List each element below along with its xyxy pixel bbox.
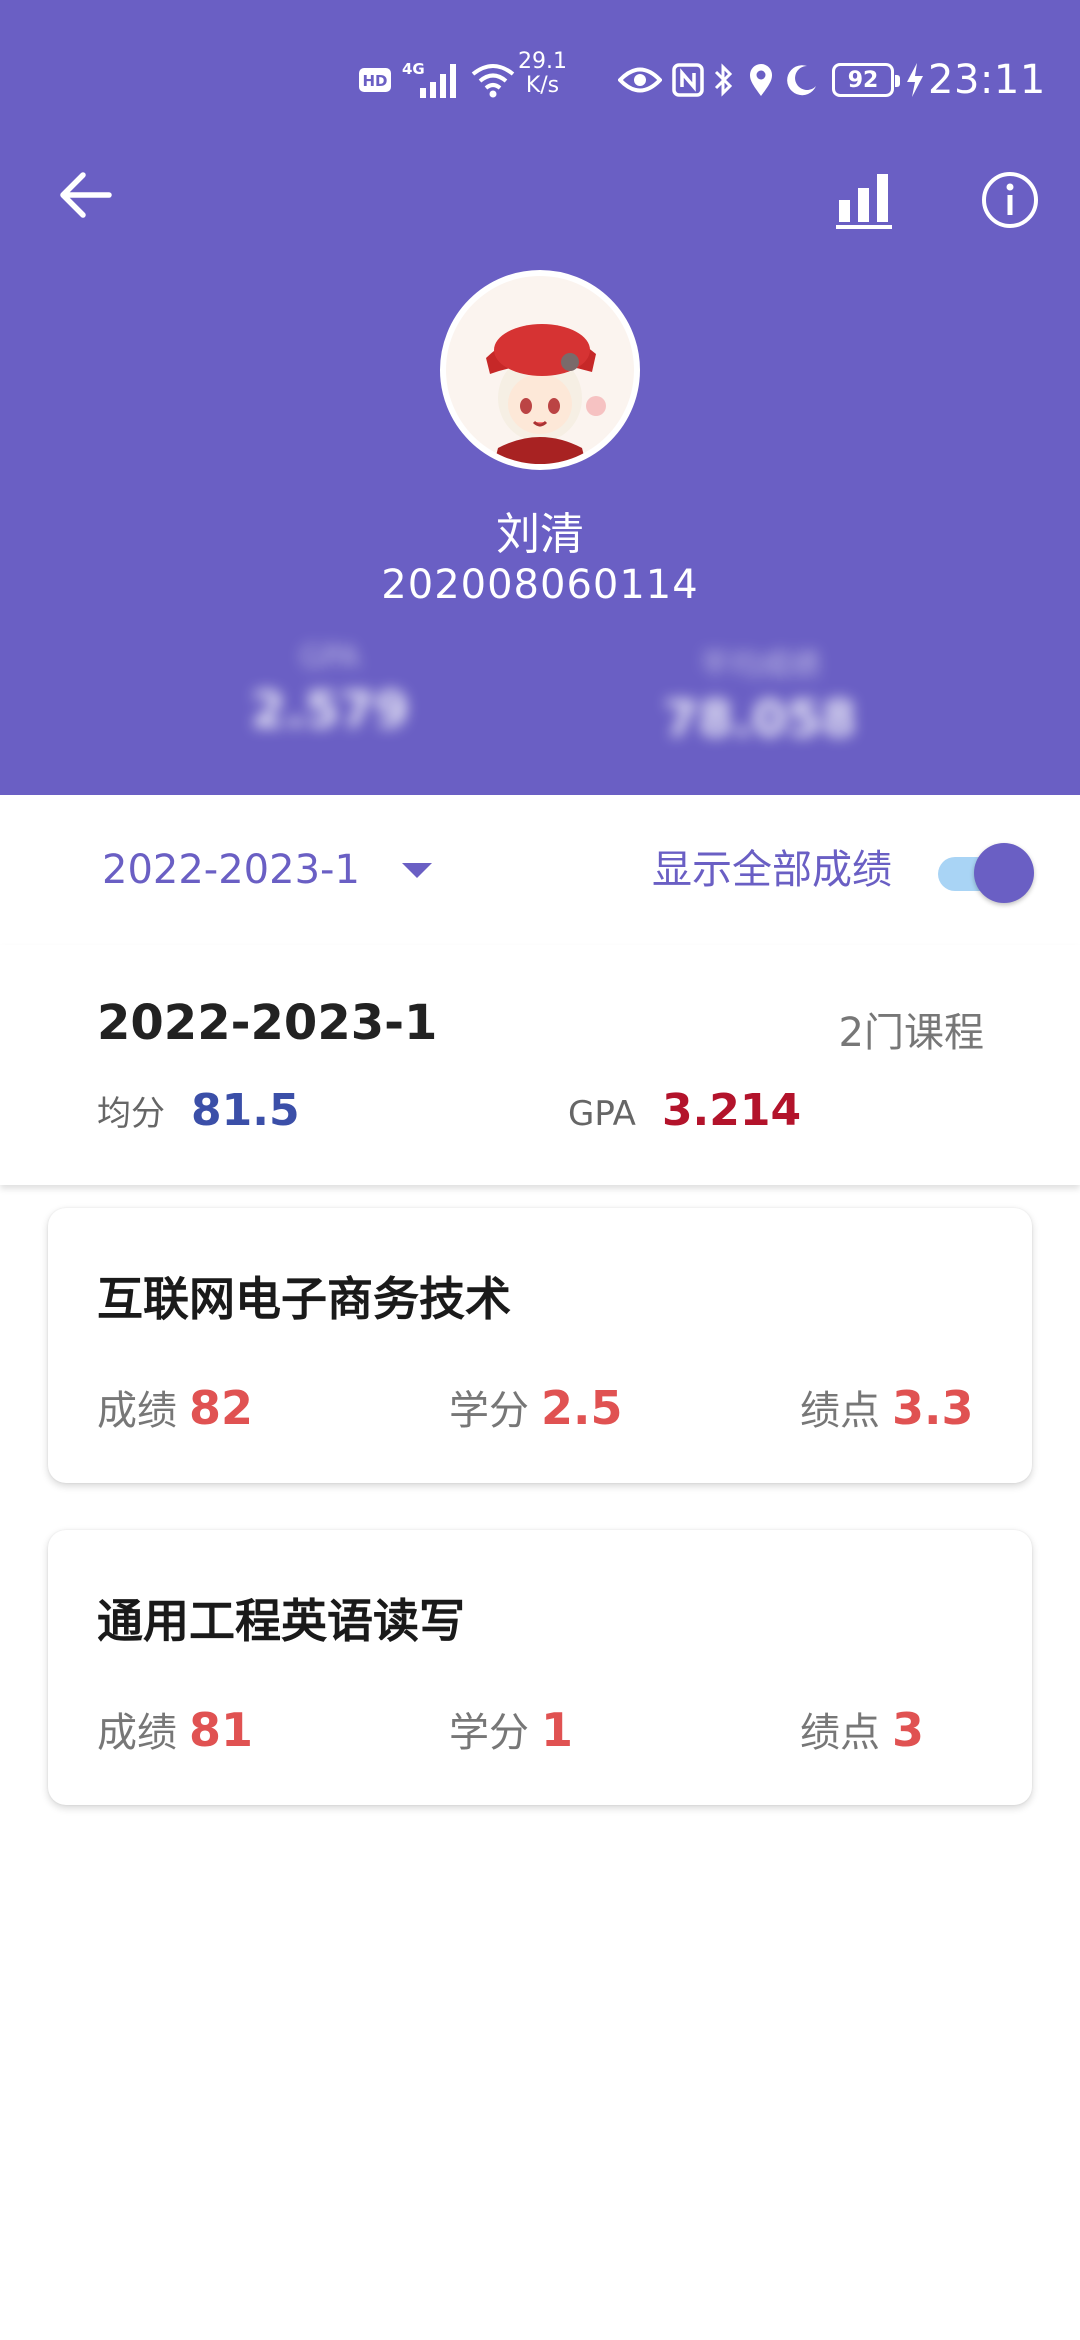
overall-average-label: 平均成绩 — [700, 648, 820, 683]
back-button[interactable] — [50, 160, 120, 230]
overall-gpa-value: 2.579 — [250, 681, 410, 739]
course-card[interactable]: 互联网电子商务技术 成绩 82 学分 2.5 绩点 3.3 — [48, 1208, 1032, 1483]
statistics-button[interactable] — [825, 160, 905, 240]
credit-value: 1 — [541, 1703, 574, 1757]
summary-term-title: 2022-2023-1 — [97, 995, 438, 1051]
course-score: 成绩 81 — [97, 1700, 253, 1758]
status-bar: HD 4G 29.1 K/s 92 23:11 — [0, 50, 1080, 110]
bar-chart-icon — [836, 174, 892, 229]
signal-icon: 4G — [400, 50, 464, 110]
student-id: 202008060114 — [381, 562, 699, 608]
bluetooth-icon — [712, 50, 736, 110]
gpa-label: GPA — [568, 1094, 636, 1134]
grade-point-value: 3 — [892, 1703, 925, 1757]
profile-header: HD 4G 29.1 K/s 92 23:11 刘清 202008060114 … — [0, 0, 1080, 795]
eye-icon — [618, 50, 662, 110]
term-dropdown-value: 2022-2023-1 — [102, 847, 360, 893]
hd-icon: HD — [358, 50, 392, 110]
grade-point-label: 绩点 — [800, 1388, 880, 1434]
show-all-toggle[interactable] — [938, 843, 1034, 903]
info-button[interactable] — [970, 160, 1050, 240]
course-credit: 学分 1 — [449, 1700, 573, 1758]
average-score: 均分 81.5 — [97, 1085, 300, 1136]
average-label: 均分 — [97, 1094, 165, 1134]
wifi-icon — [470, 50, 516, 110]
course-card[interactable]: 通用工程英语读写 成绩 81 学分 1 绩点 3 — [48, 1530, 1032, 1805]
credit-value: 2.5 — [541, 1381, 623, 1435]
grade-point-value: 3.3 — [892, 1381, 974, 1435]
score-value: 81 — [189, 1703, 254, 1757]
info-icon — [982, 172, 1038, 228]
nfc-icon — [672, 50, 704, 110]
moon-icon — [785, 50, 819, 110]
overall-gpa-stat: GPA 2.579 — [230, 640, 430, 739]
overall-gpa-label: GPA — [300, 640, 360, 675]
course-grade-point: 绩点 3.3 — [800, 1378, 974, 1436]
course-grade-point: 绩点 3 — [800, 1700, 924, 1758]
term-gpa: GPA 3.214 — [568, 1085, 801, 1136]
overall-average-value: 78.058 — [663, 690, 857, 748]
term-dropdown[interactable]: 2022-2023-1 — [102, 840, 432, 900]
avatar — [440, 270, 640, 470]
battery-icon: 92 — [832, 50, 900, 110]
show-all-label: 显示全部成绩 — [652, 847, 892, 893]
course-credit: 学分 2.5 — [449, 1378, 623, 1436]
charging-icon — [905, 50, 925, 110]
term-summary: 2022-2023-1 2门课程 均分 81.5 GPA 3.214 — [0, 945, 1080, 1185]
dropdown-caret-icon — [401, 862, 432, 878]
clock-time: 23:11 — [928, 57, 1046, 103]
average-value: 81.5 — [191, 1085, 300, 1136]
user-name: 刘清 — [496, 509, 584, 560]
credit-label: 学分 — [449, 1710, 529, 1756]
grade-point-label: 绩点 — [800, 1710, 880, 1756]
network-speed: 29.1 K/s — [518, 49, 567, 98]
filter-row: 2022-2023-1 显示全部成绩 — [0, 795, 1080, 945]
back-arrow-icon — [60, 172, 112, 218]
score-value: 82 — [189, 1381, 254, 1435]
toggle-thumb — [974, 843, 1034, 903]
course-score: 成绩 82 — [97, 1378, 253, 1436]
credit-label: 学分 — [449, 1388, 529, 1434]
course-name: 通用工程英语读写 — [97, 1594, 465, 1648]
location-icon — [748, 50, 774, 110]
score-label: 成绩 — [97, 1710, 177, 1756]
overall-average-stat: 平均成绩 78.058 — [660, 640, 860, 748]
course-name: 互联网电子商务技术 — [97, 1272, 511, 1326]
svg-text:4G: 4G — [402, 60, 425, 78]
course-count: 2门课程 — [838, 1010, 984, 1056]
score-label: 成绩 — [97, 1388, 177, 1434]
gpa-value: 3.214 — [661, 1085, 802, 1136]
svg-text:HD: HD — [362, 72, 387, 90]
